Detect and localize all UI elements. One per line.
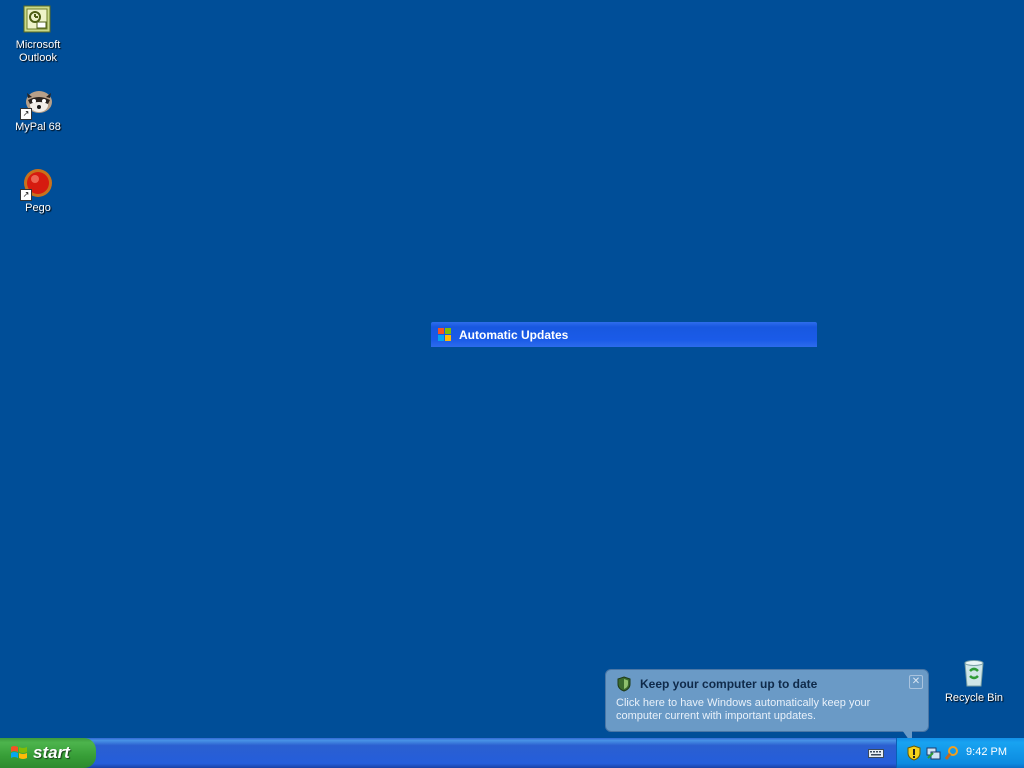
shortcut-arrow-icon: ↗ (20, 108, 32, 120)
update-notification-balloon[interactable]: Keep your computer up to date ✕ Click he… (605, 669, 929, 744)
balloon-header: Keep your computer up to date (616, 676, 817, 692)
start-button[interactable]: start (0, 738, 96, 768)
mypal-raccoon-icon: ↗ (20, 86, 54, 120)
balloon-message: Click here to have Windows automatically… (616, 697, 871, 722)
start-label: start (33, 743, 70, 762)
clock[interactable]: 9:42 PM (966, 746, 1007, 758)
close-icon[interactable]: ✕ (909, 675, 923, 689)
system-tray: 9:42 PM (896, 738, 1024, 768)
shortcut-arrow-icon: ↗ (20, 189, 32, 201)
desktop-icon-pego[interactable]: ↗ Pego (0, 167, 76, 215)
desktop-icon-label: Recycle Bin (944, 692, 1004, 704)
window-title: Automatic Updates (459, 327, 569, 342)
network-icon[interactable] (925, 745, 941, 761)
desktop-icon-mypal[interactable]: ↗ MyPal 68 (0, 86, 76, 134)
desktop-icon-label: Pego (25, 202, 51, 214)
desktop-icon-outlook[interactable]: Microsoft Outlook (0, 4, 76, 65)
desktop-icon-label: MyPal 68 (15, 121, 61, 133)
automatic-updates-window-titlebar[interactable]: Automatic Updates (431, 322, 817, 347)
balloon-title: Keep your computer up to date (640, 677, 818, 691)
desktop-icon-recycle-bin[interactable]: Recycle Bin (936, 657, 1012, 705)
pego-icon: ↗ (20, 167, 54, 201)
search-icon[interactable] (944, 745, 960, 761)
windows-update-icon (437, 327, 453, 343)
desktop-icon-label: Microsoft Outlook (15, 39, 61, 64)
security-alert-icon[interactable] (906, 745, 922, 761)
recycle-bin-icon (958, 657, 990, 689)
keyboard-language-icon[interactable] (868, 747, 884, 759)
windows-flag-icon (10, 744, 28, 762)
outlook-icon (22, 4, 54, 36)
security-shield-icon (616, 676, 632, 692)
